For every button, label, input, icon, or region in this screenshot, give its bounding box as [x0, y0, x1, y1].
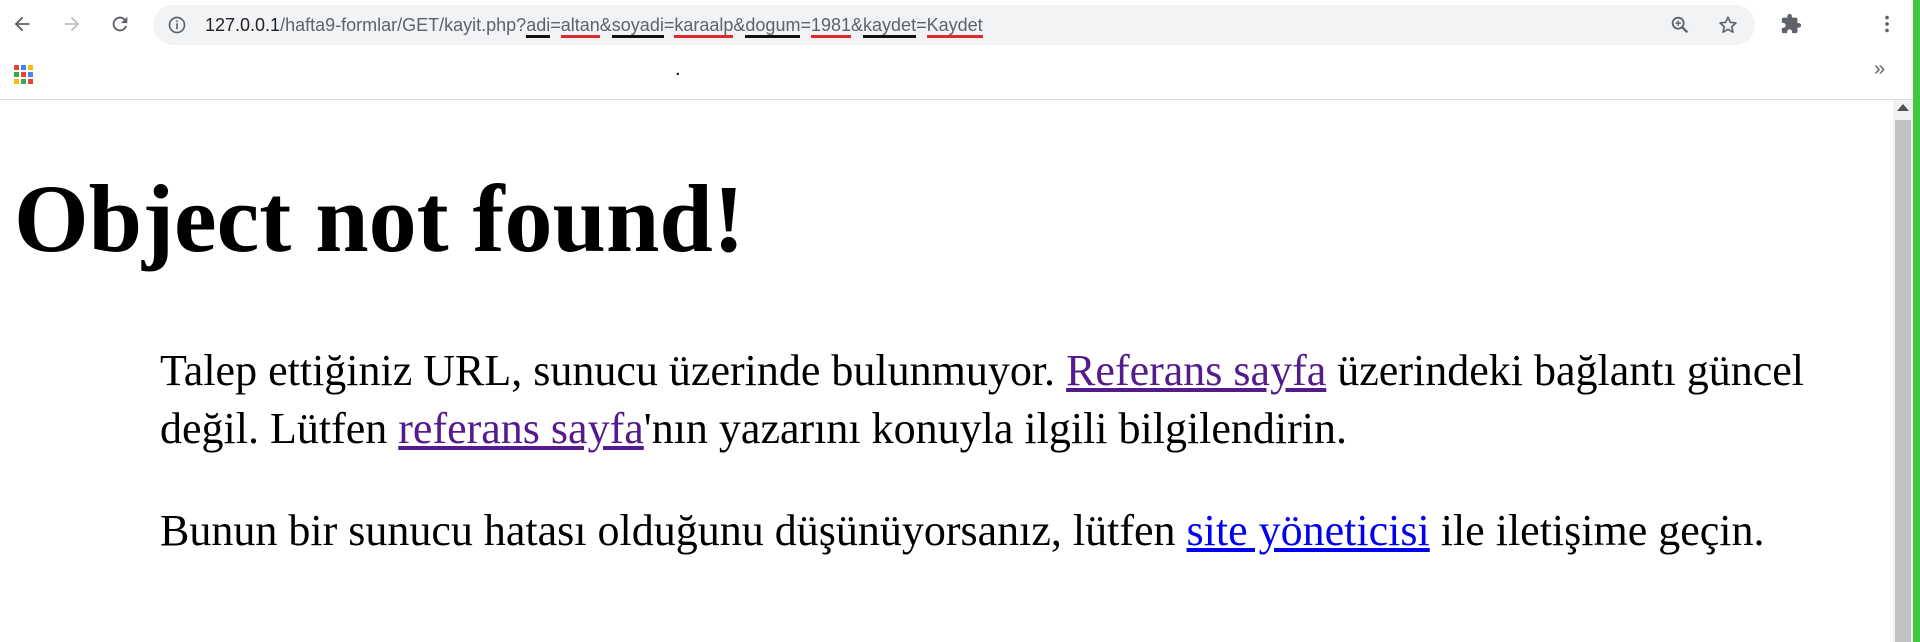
bookmarks-overflow-chevron-icon[interactable]: » — [1874, 58, 1885, 81]
info-icon[interactable] — [167, 15, 187, 35]
query-value: karaalp — [674, 15, 734, 38]
referrer-link[interactable]: Referans sayfa — [1066, 346, 1326, 395]
url-text[interactable]: 127.0.0.1/hafta9-formlar/GET/kayit.php?a… — [205, 5, 983, 45]
query-key: dogum — [745, 15, 801, 38]
back-button[interactable] — [6, 8, 38, 40]
server-error-message: Bunun bir sunucu hatası olduğunu düşünüy… — [160, 506, 1765, 555]
extensions-button[interactable] — [1775, 8, 1807, 40]
reload-button[interactable] — [104, 8, 136, 40]
page-title: Object not found! — [14, 165, 745, 272]
window-edge — [1913, 0, 1920, 642]
bookmarks-bar — [0, 49, 1920, 100]
query-value: Kaydet — [926, 15, 983, 38]
apps-grid-icon[interactable] — [14, 65, 34, 85]
scrollbar-thumb[interactable] — [1895, 120, 1911, 642]
query-value: 1981 — [810, 15, 852, 38]
zoom-icon[interactable] — [1669, 14, 1691, 36]
scroll-up-arrow-icon[interactable] — [1897, 104, 1909, 111]
browser-toolbar: 127.0.0.1/hafta9-formlar/GET/kayit.php?a… — [0, 0, 1920, 49]
kebab-menu-icon — [1885, 15, 1889, 33]
star-icon[interactable] — [1717, 14, 1739, 36]
menu-button[interactable] — [1871, 8, 1903, 40]
address-bar[interactable]: 127.0.0.1/hafta9-formlar/GET/kayit.php?a… — [153, 5, 1755, 45]
error-message: Talep ettiğiniz URL, sunucu üzerinde bul… — [160, 346, 1804, 453]
reload-icon — [112, 16, 128, 32]
query-key: kaydet — [863, 15, 917, 38]
query-key: soyadi — [611, 15, 664, 38]
query-value: altan — [560, 15, 600, 38]
forward-button[interactable] — [56, 8, 88, 40]
bookmark-dot: . — [675, 58, 681, 80]
query-key: adi — [526, 15, 551, 38]
forward-arrow-icon — [64, 16, 80, 32]
url-path: /hafta9-formlar/GET/kayit.php? — [280, 15, 527, 35]
webmaster-link[interactable]: site yöneticisi — [1187, 506, 1430, 555]
url-host: 127.0.0.1 — [205, 15, 281, 35]
puzzle-icon — [1781, 13, 1802, 34]
back-arrow-icon — [14, 16, 30, 32]
referrer-link-2[interactable]: referans sayfa — [398, 404, 644, 453]
page-content: Object not found! Talep ettiğiniz URL, s… — [0, 100, 1893, 642]
